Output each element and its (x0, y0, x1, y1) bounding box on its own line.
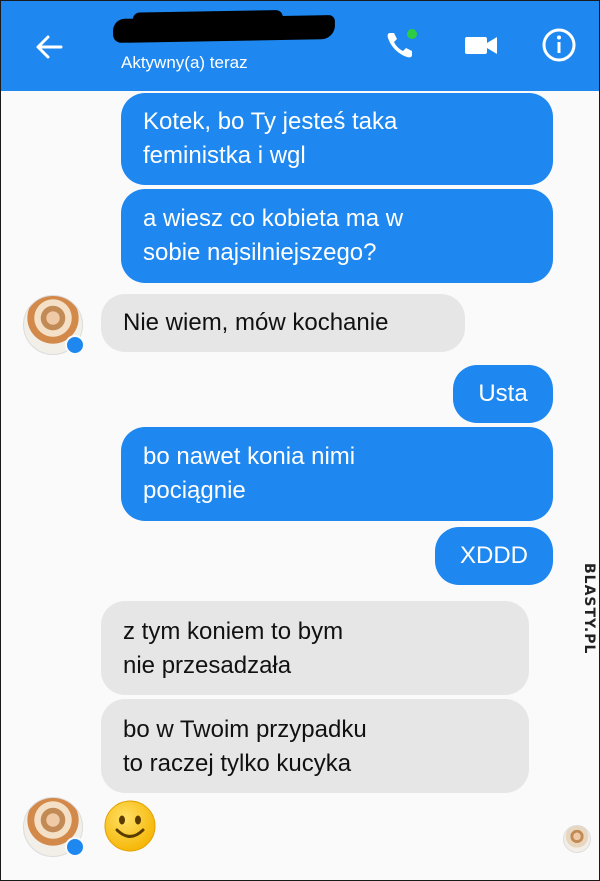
message-line: pociągnie (143, 477, 246, 504)
message-line: bo w Twoim przypadku (123, 716, 367, 743)
video-call-button[interactable] (461, 25, 501, 65)
watermark: BLASTY.PL (567, 559, 597, 659)
message-line: bo nawet konia nimi (143, 443, 356, 470)
info-icon (542, 28, 576, 62)
seen-indicator-avatar (563, 825, 591, 853)
message-bubble-incoming[interactable]: bo w Twoim przypadku to raczej tylko kuc… (101, 699, 529, 793)
message-bubble-incoming[interactable]: Nie wiem, mów kochanie (101, 294, 465, 352)
message-line: a wiesz co kobieta ma w (143, 205, 404, 232)
back-arrow-icon (36, 35, 63, 59)
message-bubble-incoming[interactable]: z tym koniem to bym nie przesadzała (101, 601, 529, 695)
smiley-face-icon[interactable] (103, 799, 157, 853)
phone-icon (387, 29, 417, 58)
message-line: Usta (478, 380, 528, 407)
messenger-badge-icon (65, 837, 85, 857)
message-bubble-outgoing[interactable]: Kotek, bo Ty jesteś taka feministka i wg… (121, 93, 553, 185)
message-bubble-outgoing[interactable]: XDDD (435, 527, 553, 585)
back-button[interactable] (27, 25, 71, 69)
message-line: Nie wiem, mów kochanie (123, 309, 389, 336)
message-line: Kotek, bo Ty jesteś taka (143, 108, 398, 135)
message-line: z tym koniem to bym (123, 618, 344, 645)
chat-header: Aktywny(a) teraz (1, 1, 599, 91)
message-line: nie przesadzała (123, 652, 292, 679)
voice-call-button[interactable] (381, 25, 421, 65)
message-line: to raczej tylko kucyka (123, 750, 352, 777)
message-line: XDDD (459, 542, 528, 569)
active-status: Aktywny(a) teraz (121, 53, 248, 72)
messenger-badge-icon (65, 335, 85, 355)
message-bubble-outgoing[interactable]: bo nawet konia nimi pociągnie (121, 427, 553, 521)
message-bubble-outgoing[interactable]: Usta (453, 365, 553, 423)
video-camera-icon (465, 37, 497, 54)
online-dot (407, 29, 417, 39)
contact-name-redacted (112, 15, 336, 43)
message-line: feministka i wgl (143, 142, 306, 169)
info-button[interactable] (539, 25, 579, 65)
chat-window: Aktywny(a) teraz Kotek, bo Ty jesteś tak… (0, 0, 600, 881)
message-bubble-outgoing[interactable]: a wiesz co kobieta ma w sobie najsilniej… (121, 189, 553, 283)
message-line: sobie najsilniejszego? (143, 239, 377, 266)
